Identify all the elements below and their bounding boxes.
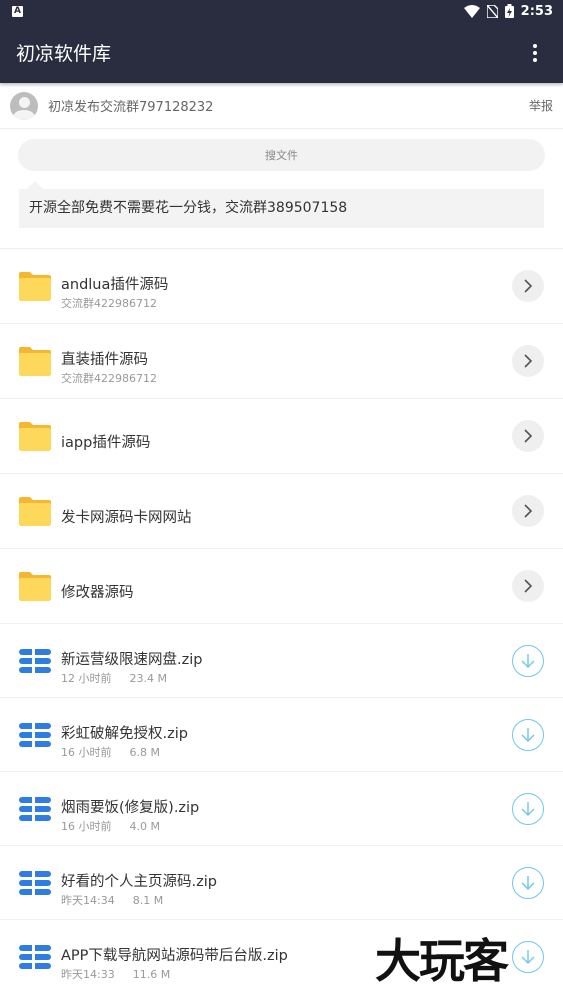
chevron-right-icon bbox=[524, 429, 533, 443]
archive-file-icon bbox=[19, 794, 51, 823]
chevron-right-icon bbox=[524, 504, 533, 518]
download-button[interactable] bbox=[512, 792, 544, 825]
download-icon bbox=[521, 875, 535, 890]
archive-file-icon bbox=[19, 646, 51, 675]
folder-subtitle: 交流群422986712 bbox=[61, 372, 157, 385]
report-link[interactable]: 举报 bbox=[529, 97, 553, 114]
file-size: 8.1 M bbox=[132, 893, 164, 907]
file-item[interactable]: 好看的个人主页源码.zip 昨天14:34 8.1 M bbox=[0, 846, 563, 920]
download-icon bbox=[521, 727, 535, 742]
download-button[interactable] bbox=[512, 718, 544, 751]
folder-icon bbox=[19, 272, 51, 301]
file-title: 彩虹破解免授权.zip bbox=[61, 725, 188, 742]
battery-charging-icon bbox=[504, 4, 514, 18]
folder-icon bbox=[19, 347, 51, 376]
archive-file-icon bbox=[19, 943, 51, 971]
archive-file-icon bbox=[19, 868, 51, 897]
file-size: 6.8 M bbox=[129, 745, 160, 759]
file-time: 昨天14:34 bbox=[61, 893, 115, 907]
announcement-bubble: 开源全部免费不需要花一分钱，交流群389507158 bbox=[19, 181, 544, 228]
folder-title: iapp插件源码 bbox=[61, 434, 151, 451]
file-title: 烟雨要饭(修复版).zip bbox=[61, 799, 200, 816]
app-title: 初凉软件库 bbox=[16, 43, 112, 65]
folder-item[interactable]: 直装插件源码 交流群422986712 bbox=[0, 324, 563, 399]
watermark-logo: 大玩客 bbox=[375, 934, 509, 988]
open-folder-button[interactable] bbox=[512, 270, 544, 302]
notice-row[interactable]: 初凉发布交流群797128232 举报 bbox=[0, 83, 563, 129]
app-bar: 初凉软件库 bbox=[0, 22, 563, 83]
folder-icon bbox=[19, 497, 51, 526]
announcement-text: 开源全部免费不需要花一分钱，交流群389507158 bbox=[29, 200, 348, 216]
folder-title: 发卡网源码卡网网站 bbox=[61, 509, 192, 526]
folder-icon bbox=[19, 572, 51, 601]
file-size: 4.0 M bbox=[129, 819, 160, 833]
open-folder-button[interactable] bbox=[512, 570, 544, 602]
folder-item[interactable]: 修改器源码 bbox=[0, 549, 563, 624]
file-title: 好看的个人主页源码.zip bbox=[61, 873, 217, 890]
download-icon bbox=[521, 653, 535, 668]
open-folder-button[interactable] bbox=[512, 495, 544, 527]
folder-title: andlua插件源码 bbox=[61, 277, 169, 293]
search-placeholder: 搜文件 bbox=[265, 149, 298, 162]
open-folder-button[interactable] bbox=[512, 420, 544, 452]
status-time: 2:53 bbox=[520, 3, 553, 19]
folder-list: andlua插件源码 交流群422986712 直装插件源码 交流群42298671… bbox=[0, 249, 563, 624]
search-input[interactable]: 搜文件 bbox=[18, 139, 545, 171]
file-title: 新运营级限速网盘.zip bbox=[61, 651, 203, 668]
file-item[interactable]: 烟雨要饭(修复版).zip 16 小时前 4.0 M bbox=[0, 772, 563, 846]
no-sim-icon bbox=[486, 4, 498, 18]
archive-file-icon bbox=[19, 720, 51, 749]
folder-item[interactable]: 发卡网源码卡网网站 bbox=[0, 474, 563, 549]
folder-item[interactable]: iapp插件源码 bbox=[0, 399, 563, 474]
avatar[interactable] bbox=[10, 91, 38, 120]
folder-icon bbox=[19, 422, 51, 451]
status-bar: A 2:53 bbox=[0, 0, 563, 22]
folder-subtitle: 交流群422986712 bbox=[61, 297, 157, 310]
download-icon bbox=[521, 801, 535, 816]
chevron-right-icon bbox=[524, 354, 533, 368]
folder-title: 直装插件源码 bbox=[61, 352, 148, 368]
file-time: 16 小时前 bbox=[61, 819, 112, 833]
download-icon bbox=[521, 950, 535, 964]
file-time: 昨天14:33 bbox=[61, 968, 115, 981]
notification-app-icon: A bbox=[12, 5, 23, 17]
download-button[interactable] bbox=[512, 866, 544, 899]
chevron-right-icon bbox=[524, 279, 533, 293]
file-item[interactable]: 新运营级限速网盘.zip 12 小时前 23.4 M bbox=[0, 624, 563, 698]
file-time: 16 小时前 bbox=[61, 745, 112, 759]
wifi-icon bbox=[463, 4, 480, 18]
file-size: 11.6 M bbox=[132, 968, 171, 981]
notice-text: 初凉发布交流群797128232 bbox=[48, 100, 214, 115]
file-size: 23.4 M bbox=[129, 671, 167, 685]
open-folder-button[interactable] bbox=[512, 345, 544, 377]
chevron-right-icon bbox=[524, 579, 533, 593]
folder-title: 修改器源码 bbox=[61, 584, 134, 601]
more-options-icon[interactable] bbox=[523, 41, 547, 65]
folder-item[interactable]: andlua插件源码 交流群422986712 bbox=[0, 249, 563, 324]
file-item[interactable]: 彩虹破解免授权.zip 16 小时前 6.8 M bbox=[0, 698, 563, 772]
download-button[interactable] bbox=[512, 644, 544, 677]
file-time: 12 小时前 bbox=[61, 671, 112, 685]
download-button[interactable] bbox=[512, 941, 544, 973]
